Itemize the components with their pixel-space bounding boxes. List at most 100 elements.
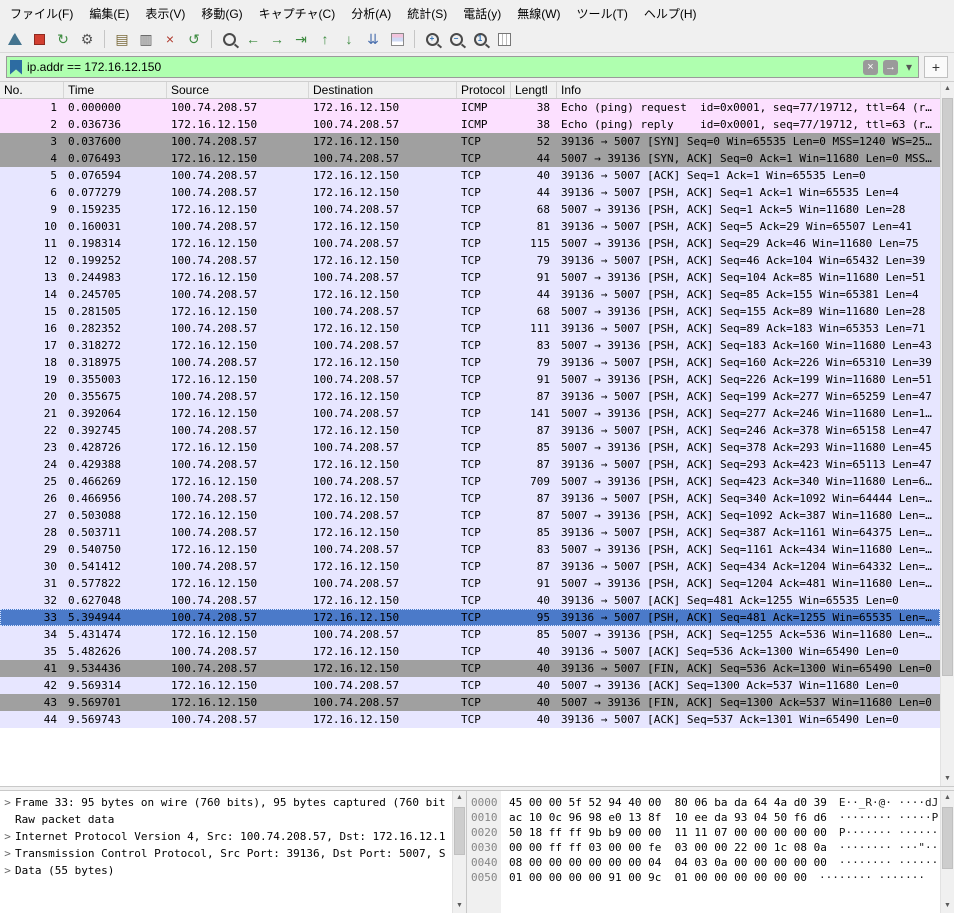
clear-filter-button[interactable]: × [862, 59, 878, 75]
packet-row-12[interactable]: 12 0.199252 100.74.208.57 172.16.12.150 TCP 7… [0, 252, 940, 269]
packet-row-28[interactable]: 28 0.503711 100.74.208.57 172.16.12.150 TCP 8… [0, 524, 940, 541]
start-capture-icon[interactable] [4, 28, 26, 50]
packet-row-20[interactable]: 20 0.355675 100.74.208.57 172.16.12.150 TCP 8… [0, 388, 940, 405]
close-file-icon[interactable]: × [159, 28, 181, 50]
scroll-down-arrow-icon[interactable]: ▼ [941, 772, 954, 786]
packet-row-18[interactable]: 18 0.318975 100.74.208.57 172.16.12.150 TCP 7… [0, 354, 940, 371]
packet-row-19[interactable]: 19 0.355003 172.16.12.150 100.74.208.57 TCP 9… [0, 371, 940, 388]
expander-icon[interactable]: > [0, 828, 15, 845]
packet-row-17[interactable]: 17 0.318272 172.16.12.150 100.74.208.57 TCP 8… [0, 337, 940, 354]
menu-item-wireless[interactable]: 無線(W) [509, 1, 568, 26]
packet-row-23[interactable]: 23 0.428726 172.16.12.150 100.74.208.57 TCP 8… [0, 439, 940, 456]
column-header-info[interactable]: Info [557, 82, 940, 98]
packet-row-16[interactable]: 16 0.282352 100.74.208.57 172.16.12.150 TCP 1… [0, 320, 940, 337]
packet-row-41[interactable]: 41 9.534436 100.74.208.57 172.16.12.150 TCP 4… [0, 660, 940, 677]
go-forward-icon[interactable]: → [266, 28, 288, 50]
menu-item-view[interactable]: 表示(V) [137, 1, 193, 26]
packet-row-13[interactable]: 13 0.244983 172.16.12.150 100.74.208.57 TCP 9… [0, 269, 940, 286]
menu-item-telephony[interactable]: 電話(y) [455, 1, 509, 26]
menu-item-tools[interactable]: ツール(T) [569, 1, 636, 26]
expander-icon[interactable]: > [0, 845, 15, 862]
packet-row-31[interactable]: 31 0.577822 172.16.12.150 100.74.208.57 TCP 9… [0, 575, 940, 592]
detail-pane-scrollbar[interactable]: ▲ ▼ [452, 791, 466, 913]
packet-row-25[interactable]: 25 0.466269 172.16.12.150 100.74.208.57 TCP 7… [0, 473, 940, 490]
packet-row-33[interactable]: 33 5.394944 100.74.208.57 172.16.12.150 TCP 9… [0, 609, 940, 626]
column-header-protocol[interactable]: Protocol [457, 82, 511, 98]
detail-line[interactable]: > Frame 33: 95 bytes on wire (760 bits), … [0, 794, 452, 811]
zoom-out-icon[interactable]: − [445, 28, 467, 50]
packet-list-scrollbar[interactable]: ▲ ▼ [940, 82, 954, 786]
packet-row-29[interactable]: 29 0.540750 172.16.12.150 100.74.208.57 TCP 8… [0, 541, 940, 558]
scroll-up-arrow-icon[interactable]: ▲ [453, 791, 466, 805]
packet-row-43[interactable]: 43 9.569701 172.16.12.150 100.74.208.57 TCP 4… [0, 694, 940, 711]
zoom-100-icon[interactable]: 1 [469, 28, 491, 50]
column-header-destination[interactable]: Destination [309, 82, 457, 98]
detail-line[interactable]: Raw packet data [0, 811, 452, 828]
column-header-source[interactable]: Source [167, 82, 309, 98]
menu-item-file[interactable]: ファイル(F) [2, 1, 81, 26]
hex-row[interactable]: 0020 50 18 ff ff 9b b9 00 00 11 11 07 00 … [467, 825, 940, 840]
packet-row-9[interactable]: 9 0.159235 172.16.12.150 100.74.208.57 TCP 68… [0, 201, 940, 218]
packet-row-24[interactable]: 24 0.429388 100.74.208.57 172.16.12.150 TCP 8… [0, 456, 940, 473]
packet-row-34[interactable]: 34 5.431474 172.16.12.150 100.74.208.57 TCP 8… [0, 626, 940, 643]
detail-line[interactable]: > Internet Protocol Version 4, Src: 100.7… [0, 828, 452, 845]
go-back-icon[interactable]: ← [242, 28, 264, 50]
expander-icon[interactable]: > [0, 794, 15, 811]
zoom-in-icon[interactable]: + [421, 28, 443, 50]
find-packet-icon[interactable] [218, 28, 240, 50]
packet-row-6[interactable]: 6 0.077279 100.74.208.57 172.16.12.150 TCP 44… [0, 184, 940, 201]
open-file-icon[interactable]: ▤ [111, 28, 133, 50]
menu-item-go[interactable]: 移動(G) [193, 1, 250, 26]
stop-capture-icon[interactable] [28, 28, 50, 50]
menu-item-statistics[interactable]: 統計(S) [399, 1, 455, 26]
packet-row-26[interactable]: 26 0.466956 100.74.208.57 172.16.12.150 TCP 8… [0, 490, 940, 507]
packet-row-42[interactable]: 42 9.569314 172.16.12.150 100.74.208.57 TCP 4… [0, 677, 940, 694]
scroll-up-arrow-icon[interactable]: ▲ [941, 82, 954, 96]
scrollbar-thumb[interactable] [454, 807, 465, 855]
packet-row-32[interactable]: 32 0.627048 100.74.208.57 172.16.12.150 TCP 4… [0, 592, 940, 609]
hex-row[interactable]: 0000 45 00 00 5f 52 94 40 00 80 06 ba da … [467, 795, 940, 810]
packet-row-35[interactable]: 35 5.482626 100.74.208.57 172.16.12.150 TCP 4… [0, 643, 940, 660]
menu-item-capture[interactable]: キャプチャ(C) [251, 1, 344, 26]
packet-row-30[interactable]: 30 0.541412 100.74.208.57 172.16.12.150 TCP 8… [0, 558, 940, 575]
apply-filter-button[interactable]: → [882, 59, 898, 75]
hex-pane-scrollbar[interactable]: ▲ ▼ [940, 791, 954, 913]
hex-row[interactable]: 0030 00 00 ff ff 03 00 00 fe 03 00 00 22 … [467, 840, 940, 855]
save-file-icon[interactable]: ▥ [135, 28, 157, 50]
scroll-up-arrow-icon[interactable]: ▲ [941, 791, 954, 805]
packet-row-2[interactable]: 2 0.036736 172.16.12.150 100.74.208.57 ICMP 3… [0, 116, 940, 133]
packet-row-27[interactable]: 27 0.503088 172.16.12.150 100.74.208.57 TCP 8… [0, 507, 940, 524]
scroll-down-arrow-icon[interactable]: ▼ [941, 899, 954, 913]
hex-row[interactable]: 0010 ac 10 0c 96 98 e0 13 8f 10 ee da 93 … [467, 810, 940, 825]
reload-file-icon[interactable]: ↺ [183, 28, 205, 50]
restart-capture-icon[interactable]: ↻ [52, 28, 74, 50]
colorize-icon[interactable] [386, 28, 408, 50]
packet-row-21[interactable]: 21 0.392064 172.16.12.150 100.74.208.57 TCP 1… [0, 405, 940, 422]
packet-row-1[interactable]: 1 0.000000 100.74.208.57 172.16.12.150 ICMP 3… [0, 99, 940, 116]
packet-row-15[interactable]: 15 0.281505 172.16.12.150 100.74.208.57 TCP 6… [0, 303, 940, 320]
menu-item-help[interactable]: ヘルプ(H) [636, 1, 705, 26]
menu-item-analyze[interactable]: 分析(A) [343, 1, 399, 26]
packet-row-5[interactable]: 5 0.076594 100.74.208.57 172.16.12.150 TCP 40… [0, 167, 940, 184]
packet-row-3[interactable]: 3 0.037600 100.74.208.57 172.16.12.150 TCP 52… [0, 133, 940, 150]
first-packet-icon[interactable]: ↑ [314, 28, 336, 50]
add-filter-button-button[interactable]: + [924, 56, 948, 78]
scroll-down-arrow-icon[interactable]: ▼ [453, 899, 466, 913]
hex-row[interactable]: 0040 08 00 00 00 00 00 00 04 04 03 0a 00 … [467, 855, 940, 870]
expander-icon[interactable]: > [0, 862, 15, 879]
capture-options-icon[interactable]: ⚙ [76, 28, 98, 50]
column-header-time[interactable]: Time [64, 82, 167, 98]
hex-row[interactable]: 0050 01 00 00 00 00 91 00 9c 01 00 00 00 … [467, 870, 940, 885]
packet-row-11[interactable]: 11 0.198314 172.16.12.150 100.74.208.57 TCP 1… [0, 235, 940, 252]
filter-text[interactable]: ip.addr == 172.16.12.150 [27, 60, 858, 74]
packet-row-22[interactable]: 22 0.392745 100.74.208.57 172.16.12.150 TCP 8… [0, 422, 940, 439]
filter-bookmark-icon[interactable] [10, 59, 22, 75]
packet-row-44[interactable]: 44 9.569743 100.74.208.57 172.16.12.150 TCP 4… [0, 711, 940, 728]
column-header-no[interactable]: No. [0, 82, 64, 98]
scrollbar-thumb[interactable] [942, 807, 953, 869]
packet-row-4[interactable]: 4 0.076493 172.16.12.150 100.74.208.57 TCP 44… [0, 150, 940, 167]
display-filter-input[interactable]: ip.addr == 172.16.12.150 × → ▾ [6, 56, 919, 78]
detail-line[interactable]: > Data (55 bytes) [0, 862, 452, 879]
filter-dropdown-arrow-icon[interactable]: ▾ [903, 60, 915, 74]
column-header-length[interactable]: Lengtl [511, 82, 557, 98]
